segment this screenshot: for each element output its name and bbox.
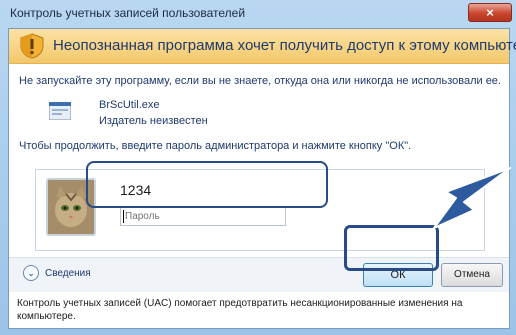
text-caret [123,210,124,223]
program-name: BrScUtil.exe [99,99,160,111]
uac-shield-icon [20,33,44,59]
program-publisher: Издатель неизвестен [99,115,208,127]
uac-dialog-window: Контроль учетных записей пользователей ×… [0,0,516,335]
ok-highlight-callout [344,225,439,271]
chevron-down-icon: ⌄ [23,265,39,281]
details-toggle[interactable]: ⌄ Сведения [23,265,91,281]
instruction-text: Чтобы продолжить, введите пароль админис… [19,140,412,152]
warning-text: Не запускайте эту программу, если вы не … [19,75,501,87]
warning-banner: Неопознанная программа хочет получить до… [9,29,516,64]
details-label: Сведения [45,267,91,279]
banner-title: Неопознанная программа хочет получить до… [53,37,516,54]
app-icon [49,102,71,120]
title-bar: Контроль учетных записей пользователей × [0,0,516,24]
cancel-button[interactable]: Отмена [441,263,503,287]
pointer-arrow-icon [433,167,511,229]
password-field[interactable] [120,206,286,226]
close-button[interactable]: × [468,3,512,22]
uac-note: Контроль учетных записей (UAC) помогает … [17,298,463,322]
window-title: Контроль учетных записей пользователей [10,6,246,20]
password-highlight-callout [86,161,328,208]
